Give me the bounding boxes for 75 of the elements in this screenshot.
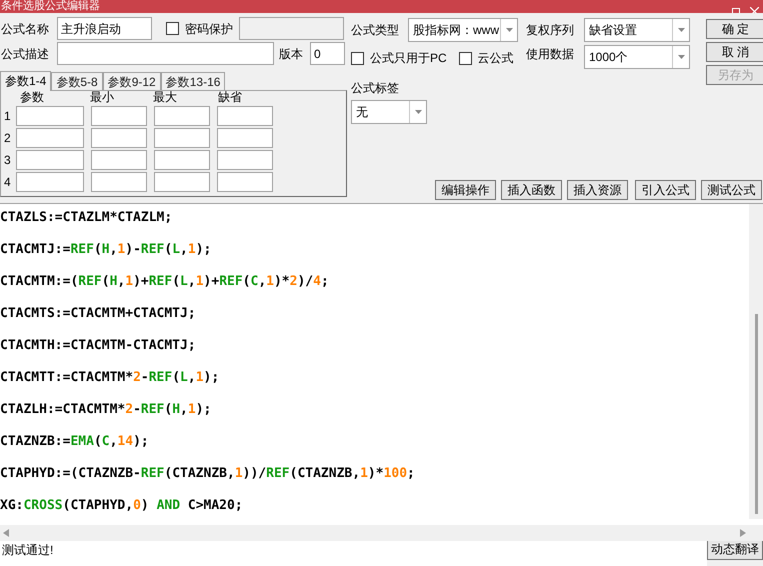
field-label: 公式名称 [0,20,50,38]
parameter-field[interactable] [217,128,273,148]
parameter-field[interactable] [91,172,147,192]
code-line: CTAZLH:=CTACMTM*2-REF(H,1); [0,402,212,417]
dialog-button[interactable]: 插入函数 [501,180,562,200]
name-field[interactable]: 主升浪启动 [57,17,152,40]
dialog-button[interactable]: 编辑操作 [435,180,496,200]
parameter-field[interactable] [91,106,147,126]
horizontal-scrollbar[interactable] [0,525,763,541]
field-label: 公式标签 [351,80,400,97]
tab[interactable]: 参数9-12 [102,72,161,90]
parameter-field[interactable] [16,106,84,126]
code-line: CTAPHYD:=(CTAZNZB-REF(CTAZNZB,1))/REF(CTAZNZB,1)*100; [0,466,415,481]
parameter-field[interactable] [154,150,210,170]
column-header: 参数 [20,91,45,104]
left-arrow-icon[interactable] [3,529,9,537]
checkbox[interactable] [351,52,364,64]
parameter-field[interactable] [91,150,147,170]
right-arrow-icon[interactable] [740,529,746,537]
parameter-field[interactable] [16,128,84,148]
caret-icon [678,28,684,32]
checkbox-label: 公式只用于PC [370,50,447,67]
checkbox-label: 云公式 [478,50,514,67]
column-header: 缺省 [218,91,242,104]
dialog-button[interactable]: 确 定 [706,19,763,39]
field-label: 版本 [279,46,304,62]
parameter-field[interactable] [16,150,84,170]
dropdown[interactable]: 无 [351,100,427,124]
tab[interactable]: 参数5-8 [51,72,103,90]
row-number: 3 [4,152,12,168]
code-line: CTACMTS:=CTACMTM+CTACMTJ; [0,306,196,321]
code-line: XG:CROSS(CTAPHYD,0) AND C>MA20; [0,498,243,513]
field-label: 复权序列 [526,22,575,39]
dialog-button[interactable]: 插入资源 [567,180,628,200]
row-number: 4 [4,174,12,190]
vertical-scrollbar[interactable] [749,204,763,519]
version-field[interactable]: 0 [310,42,345,65]
dropdown[interactable]: 1000个 [584,45,690,69]
code-line: CTAZNZB:=EMA(C,14); [0,434,149,449]
code-line: CTACMTH:=CTACMTM-CTACMTJ; [0,338,196,353]
tab[interactable]: 参数13-16 [160,72,226,90]
column-header: 最小 [90,91,115,104]
row-number: 1 [4,108,12,124]
row-number: 2 [4,130,12,146]
column-header: 最大 [153,91,178,104]
parameter-field[interactable] [217,172,273,192]
code-line: CTAZLS:=CTAZLM*CTAZLM; [0,210,172,225]
field-label: 使用数据 [526,46,575,63]
dialog-button[interactable]: 测试公式 [701,180,762,200]
parameter-field[interactable] [154,128,210,148]
checkbox-label: 密码保护 [185,20,233,38]
parameter-field[interactable] [16,172,84,192]
tab[interactable]: 参数1-4 [0,71,52,91]
code-line: CTACMTM:=(REF(H,1)+REF(L,1)+REF(C,1)*2)/4; [0,274,329,289]
field-label: 公式描述 [0,46,50,62]
caret-icon [506,28,512,32]
dropdown[interactable]: 缺省设置 [584,18,690,42]
field-label: 公式类型 [351,22,400,39]
dropdown[interactable]: 股指标网：www [408,18,518,42]
caret-icon [414,110,422,114]
window-title: 条件选股公式编辑器 [1,0,100,13]
code-line: CTACMTT:=CTACMTM*2-REF(L,1); [0,370,220,385]
parameter-field[interactable] [154,106,210,126]
parameter-field[interactable] [217,106,273,126]
dialog-button[interactable]: 取 消 [706,42,763,62]
parameter-field[interactable] [91,128,147,148]
code-line: CTACMTJ:=REF(H,1)-REF(L,1); [0,242,212,257]
status-message: 测试通过! [2,542,54,559]
description-field[interactable] [57,42,274,65]
parameter-field[interactable] [217,150,273,170]
caret-icon [678,55,684,59]
checkbox[interactable] [166,22,179,35]
checkbox[interactable] [458,52,472,64]
parameter-field[interactable] [154,172,210,192]
dialog-button[interactable]: 引入公式 [635,180,696,200]
